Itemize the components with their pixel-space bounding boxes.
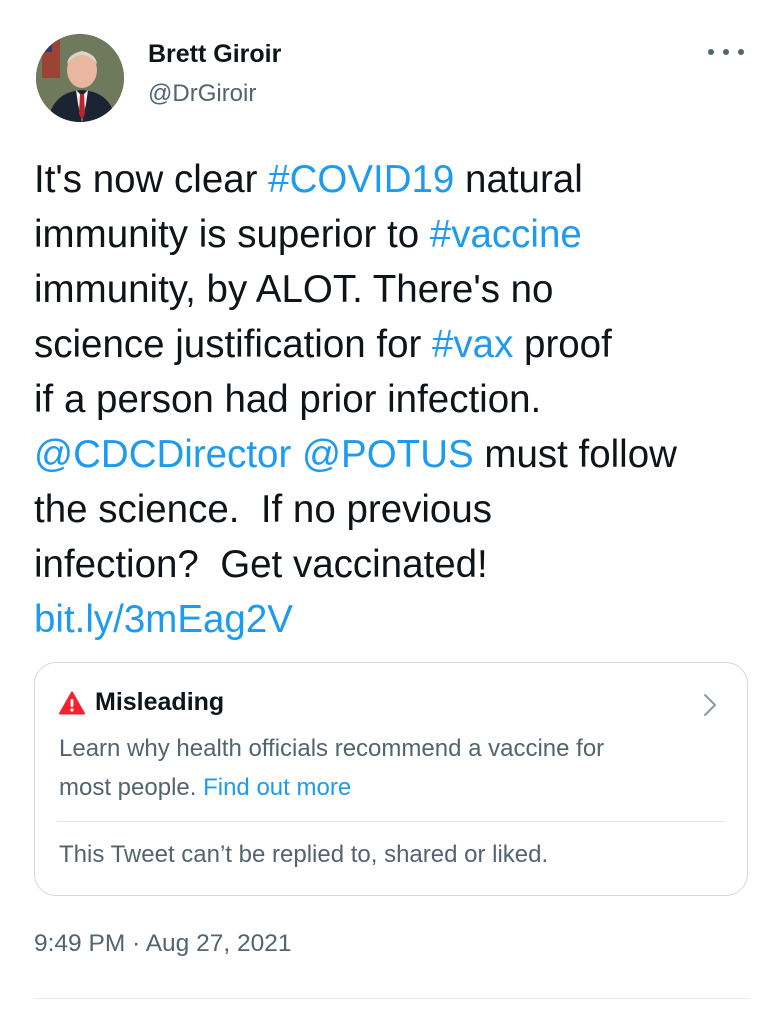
url-link[interactable]: bit.ly/3mEag2V (34, 598, 293, 641)
more-dot (723, 49, 729, 55)
tweet-time[interactable]: 9:49 PM (34, 930, 125, 957)
tweet: Brett Giroir @DrGiroir It's now clear #C… (0, 0, 783, 1024)
more-options-icon[interactable] (708, 40, 744, 64)
avatar-image (36, 34, 124, 122)
tweet-text-segment: It's now clear (34, 158, 269, 201)
tweet-text: It's now clear #COVID19 natural immunity… (34, 152, 764, 647)
hashtag-link[interactable]: #COVID19 (268, 158, 454, 201)
warning-icon (59, 691, 85, 715)
more-dot (738, 49, 744, 55)
hashtag-link[interactable]: #vaccine (430, 213, 582, 256)
tweet-text-segment (291, 433, 302, 476)
chevron-right-icon[interactable] (703, 693, 717, 717)
author-handle[interactable]: @DrGiroir (148, 80, 256, 108)
avatar[interactable] (36, 34, 124, 122)
bottom-divider (34, 998, 749, 999)
misleading-notice: Misleading Learn why health officials re… (34, 662, 748, 896)
notice-body: Learn why health officials recommend a v… (59, 729, 719, 807)
notice-footer: This Tweet can’t be replied to, shared o… (59, 841, 549, 868)
meta-separator: · (132, 930, 141, 957)
mention-link[interactable]: @CDCDirector (34, 433, 291, 476)
author-name[interactable]: Brett Giroir (148, 40, 281, 69)
more-dot (708, 49, 714, 55)
misleading-notice-link[interactable]: Misleading Learn why health officials re… (35, 663, 747, 821)
notice-title: Misleading (95, 688, 225, 716)
tweet-timestamp: 9:49 PM · Aug 27, 2021 (34, 930, 291, 958)
notice-divider (57, 821, 725, 822)
hashtag-link[interactable]: #vax (432, 323, 513, 366)
tweet-date[interactable]: Aug 27, 2021 (146, 930, 292, 957)
find-out-more-link[interactable]: Find out more (203, 774, 351, 801)
mention-link[interactable]: @POTUS (302, 433, 474, 476)
tweet-header: Brett Giroir @DrGiroir (36, 34, 746, 124)
